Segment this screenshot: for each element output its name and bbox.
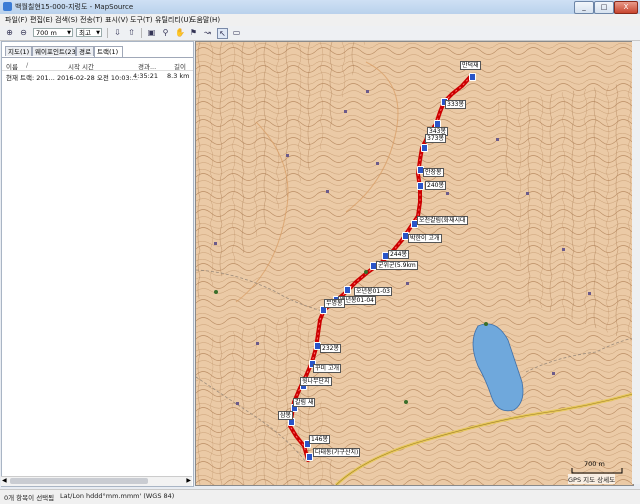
- scroll-left-icon[interactable]: ◀: [2, 477, 7, 484]
- waypoint-label[interactable]: 군위군(5.9km: [376, 261, 418, 270]
- waypoint-tool-icon[interactable]: ⚑: [189, 28, 198, 37]
- waypoint-label[interactable]: 만덕재: [460, 61, 481, 70]
- tab-maps[interactable]: 지도(1): [5, 46, 32, 56]
- menu-search[interactable]: 검색(S): [55, 15, 78, 25]
- waypoint-marker[interactable]: [417, 182, 424, 190]
- waypoint-label[interactable]: 244봉: [388, 250, 409, 259]
- waypoint-label[interactable]: 무명봉: [324, 299, 345, 308]
- track-length: 8.3 km: [167, 72, 190, 80]
- tab-waypoints[interactable]: 웨이포인트(23): [32, 46, 78, 56]
- waypoint-label[interactable]: 박한이 고개: [408, 234, 442, 243]
- close-button[interactable]: X: [614, 1, 638, 14]
- horizontal-scrollbar[interactable]: ◀ ▶: [1, 476, 192, 486]
- waypoint-label[interactable]: 삼봉: [278, 411, 294, 420]
- zoom-in-icon[interactable]: ⊕: [5, 28, 14, 37]
- app-icon: [3, 2, 12, 11]
- title-bar: 백월칠현15-000-지렁도 - MapSource _ □ X: [0, 0, 640, 15]
- waypoint-label[interactable]: 꾸미 고개: [313, 364, 341, 373]
- waypoint-label[interactable]: 240봉: [425, 181, 446, 190]
- track-name: 현재 트랙: 201...: [6, 74, 55, 82]
- menu-transfer[interactable]: 전송(T): [80, 15, 103, 25]
- hand-tool-icon[interactable]: ✋: [175, 28, 185, 37]
- zoom-level-select[interactable]: 700 m ▼: [33, 28, 73, 37]
- map-view[interactable]: 만덕재 333봉 343봉 373봉 안장봉 240봉 오천갈림(화재시대 박한…: [195, 41, 634, 486]
- toolbar-separator: [107, 28, 108, 38]
- menu-help[interactable]: 도움말(H): [190, 15, 220, 25]
- scroll-thumb[interactable]: [10, 478, 148, 484]
- map-tool-icon[interactable]: ▣: [147, 28, 156, 37]
- send-to-device-icon[interactable]: ⇧: [127, 28, 136, 37]
- route-tool-icon[interactable]: ↝: [203, 28, 212, 37]
- measure-tool-icon[interactable]: ▭: [231, 28, 242, 37]
- zoom-level-value: 700 m: [36, 29, 57, 37]
- scale-label: 700 m: [584, 460, 605, 468]
- waypoint-label[interactable]: 146봉: [309, 435, 330, 444]
- menu-tools[interactable]: 도구(T): [130, 15, 153, 25]
- waypoint-label[interactable]: 안장봉: [423, 168, 444, 177]
- receive-from-device-icon[interactable]: ⇩: [113, 28, 122, 37]
- chevron-down-icon: ▼: [96, 30, 100, 36]
- menu-edit[interactable]: 편집(E): [30, 15, 53, 25]
- tab-routes[interactable]: 경로: [76, 46, 94, 56]
- detail-value: 최고: [79, 29, 91, 37]
- waypoint-marker[interactable]: [306, 453, 313, 461]
- coordinate-format: Lat/Lon hddd°mm.mmm' (WGS 84): [60, 492, 175, 500]
- window-title: 백월칠현15-000-지렁도 - MapSource: [15, 3, 134, 11]
- maximize-button[interactable]: □: [594, 1, 614, 14]
- waypoint-label[interactable]: 오년봉01-03: [354, 287, 392, 296]
- minimize-button[interactable]: _: [574, 1, 594, 14]
- chevron-down-icon: ▼: [67, 30, 71, 36]
- tab-tracks[interactable]: 트랙(1): [94, 46, 123, 57]
- select-tool-icon[interactable]: ↖: [217, 28, 228, 39]
- waypoint-label[interactable]: 다태동(가구산치): [313, 448, 361, 457]
- tab-divider: [2, 57, 193, 58]
- selection-status: 0개 항목이 선택됨: [4, 494, 55, 502]
- data-list-pane: 지도(1) 웨이포인트(23) 경로 트랙(1) 이름 / 시작 시간 경과..…: [1, 41, 194, 487]
- menu-file[interactable]: 파일(F): [5, 15, 27, 25]
- waypoint-marker[interactable]: [421, 144, 428, 152]
- waypoint-label[interactable]: 333봉: [445, 100, 466, 109]
- vertical-scrollbar[interactable]: [632, 41, 640, 484]
- sort-indicator: /: [26, 61, 29, 69]
- waypoint-label[interactable]: 오천갈림(화재시대: [417, 216, 468, 225]
- waypoint-label[interactable]: 373봉: [425, 134, 446, 143]
- waypoint-label[interactable]: 갈림 새: [293, 398, 316, 407]
- status-bar: 0개 항목이 선택됨 Lat/Lon hddd°mm.mmm' (WGS 84): [0, 489, 640, 504]
- header-divider: [2, 70, 193, 71]
- menu-utilities[interactable]: 유틸리티(U): [155, 15, 191, 25]
- track-elapsed: 4:35:21: [133, 72, 159, 80]
- toolbar-separator: [141, 28, 142, 38]
- waypoint-label[interactable]: 232봉: [320, 344, 341, 353]
- zoom-tool-icon[interactable]: ⚲: [161, 28, 170, 37]
- toolbar: ⊕ ⊖ 700 m ▼ 최고 ▼ ⇩ ⇧ ▣ ⚲ ✋ ⚑ ↝ ↖ ▭: [0, 26, 640, 41]
- scroll-right-icon[interactable]: ▶: [186, 477, 191, 484]
- map-credit: GPS 지도 상세도: [568, 474, 616, 484]
- waypoint-marker[interactable]: [469, 73, 476, 81]
- waypoint-label[interactable]: 윗나무단지: [300, 377, 332, 386]
- waypoint-marker[interactable]: [344, 286, 351, 294]
- detail-select[interactable]: 최고 ▼: [76, 28, 102, 37]
- menu-view[interactable]: 표시(V): [105, 15, 128, 25]
- zoom-out-icon[interactable]: ⊖: [19, 28, 28, 37]
- track-start: 2016-02-28 오전 10:03:...: [57, 74, 138, 82]
- table-row[interactable]: 현재 트랙: 201... 2016-02-28 오전 10:03:... 4:…: [2, 72, 193, 82]
